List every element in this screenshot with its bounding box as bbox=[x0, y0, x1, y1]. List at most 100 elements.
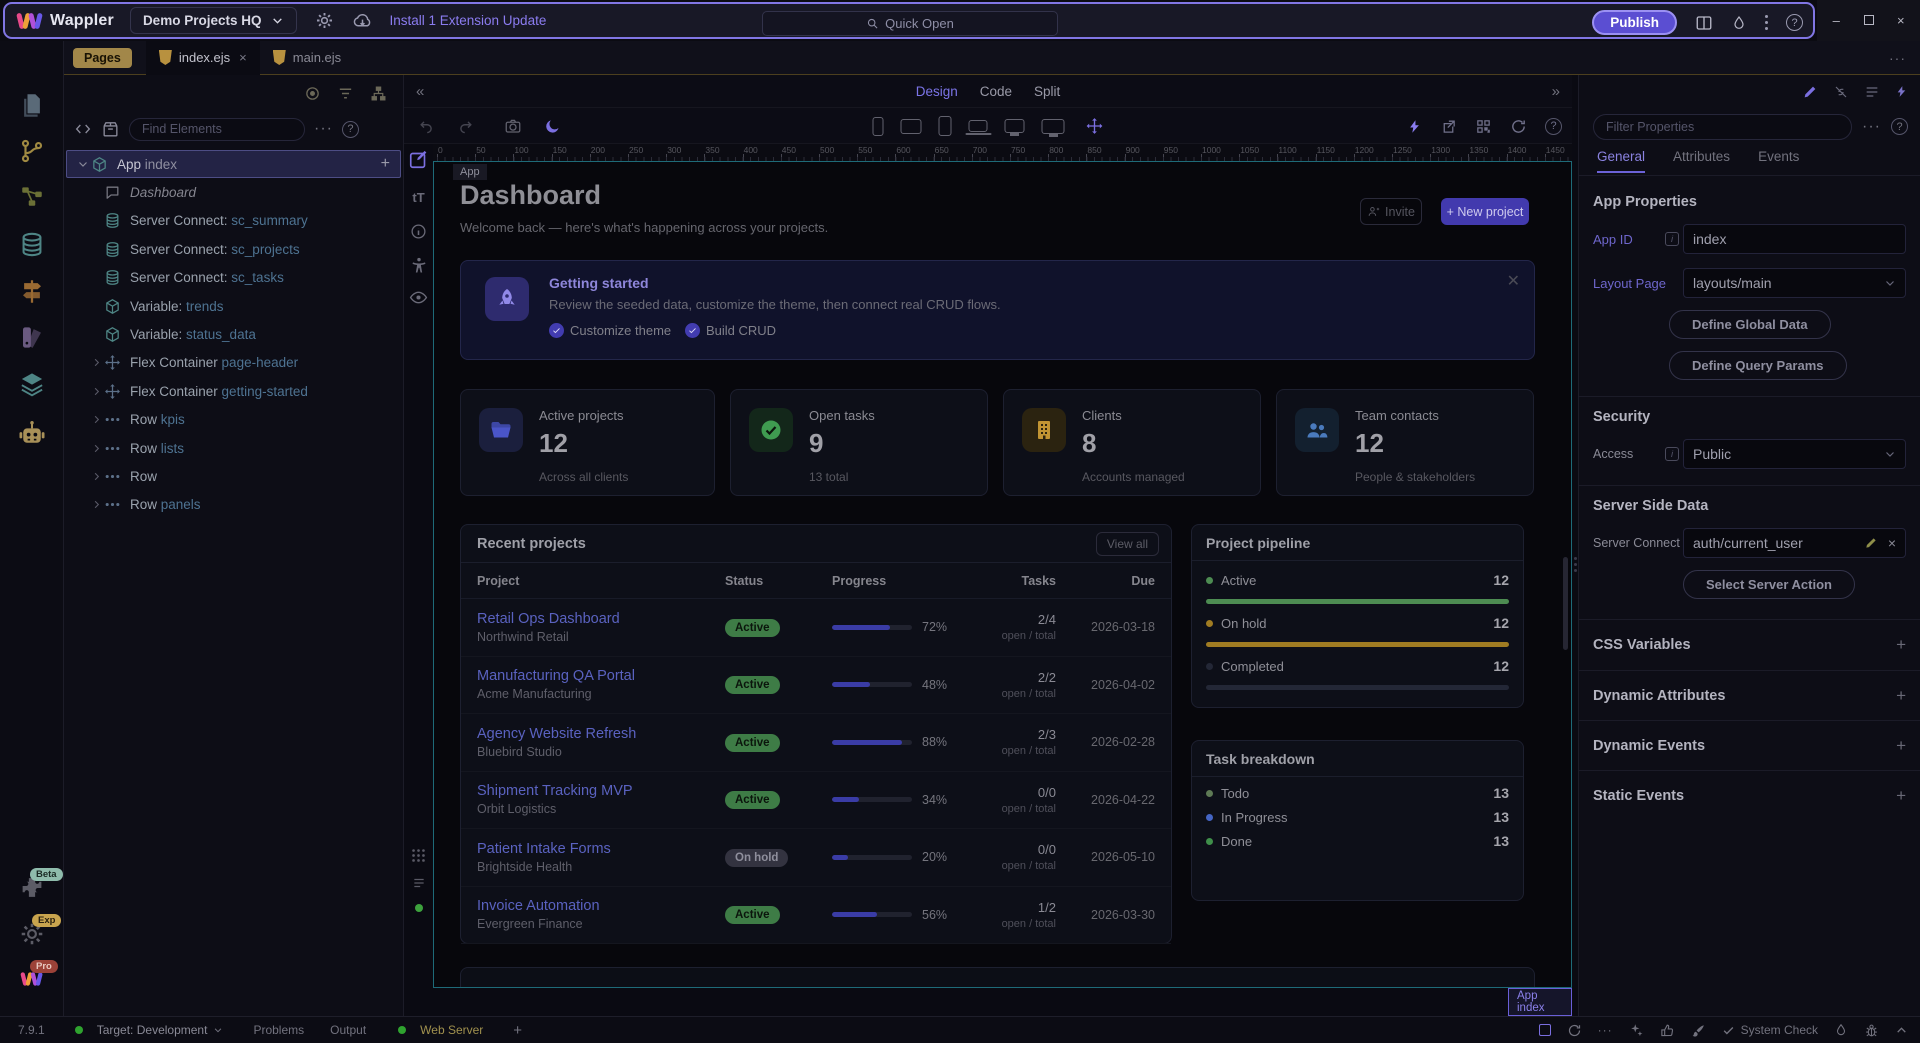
workflows-icon[interactable] bbox=[19, 183, 45, 209]
dynamic-bolt-icon[interactable] bbox=[1407, 119, 1422, 134]
visibility-eye-icon[interactable] bbox=[409, 288, 428, 307]
collapsed-section[interactable]: Dynamic Events+ bbox=[1579, 720, 1920, 770]
project-row[interactable]: Agency Website RefreshBluebird Studio Ac… bbox=[461, 714, 1171, 772]
list-mode-icon[interactable] bbox=[337, 85, 354, 102]
project-row[interactable]: Invoice AutomationEvergreen Finance Acti… bbox=[461, 887, 1171, 945]
settings-gear-icon[interactable] bbox=[315, 11, 334, 30]
project-link[interactable]: Retail Ops Dashboard bbox=[477, 611, 725, 627]
canvas-scrollbar[interactable] bbox=[1563, 557, 1568, 650]
project-row[interactable]: Patient Intake FormsBrightside Health On… bbox=[461, 829, 1171, 887]
pages-mode-badge[interactable]: Pages bbox=[73, 48, 132, 68]
tab-close-icon[interactable]: × bbox=[239, 50, 247, 65]
target-selector[interactable]: Target: Development bbox=[97, 1023, 208, 1037]
text-format-ic on[interactable]: tT bbox=[412, 190, 424, 205]
droplet-icon[interactable] bbox=[1834, 1023, 1848, 1037]
device-tablet-icon[interactable] bbox=[939, 116, 952, 136]
properties-help-icon[interactable]: ? bbox=[1891, 118, 1908, 135]
info-icon[interactable]: i bbox=[1665, 232, 1679, 246]
design-help-icon[interactable]: ? bbox=[1545, 118, 1562, 135]
expander-right-icon[interactable] bbox=[91, 357, 102, 368]
sparkle-icon[interactable] bbox=[1629, 1023, 1644, 1038]
thumbs-up-icon[interactable] bbox=[1660, 1023, 1675, 1038]
status-more-icon[interactable]: ··· bbox=[1598, 1023, 1613, 1037]
add-target-icon[interactable]: + bbox=[513, 1022, 522, 1039]
web-server-button[interactable]: Web Server bbox=[420, 1023, 483, 1037]
git-icon[interactable] bbox=[19, 138, 45, 164]
help-icon[interactable]: ? bbox=[1786, 14, 1803, 31]
tab-events[interactable]: Events bbox=[1758, 149, 1799, 171]
snippets-list-icon[interactable] bbox=[412, 876, 426, 890]
code-view-icon[interactable] bbox=[74, 121, 92, 137]
structure-more-icon[interactable]: ··· bbox=[314, 120, 333, 138]
filter-properties-input[interactable] bbox=[1593, 114, 1852, 140]
mode-code[interactable]: Code bbox=[980, 84, 1012, 99]
expander-right-icon[interactable] bbox=[91, 443, 102, 454]
app-element-chip[interactable]: App bbox=[453, 164, 487, 180]
info-icon[interactable] bbox=[410, 223, 427, 240]
system-check-button[interactable]: System Check bbox=[1722, 1023, 1818, 1037]
device-desktop-icon[interactable] bbox=[1005, 119, 1025, 133]
minimize-button[interactable]: – bbox=[1823, 13, 1849, 28]
expander-right-icon[interactable] bbox=[91, 471, 102, 482]
device-laptop-icon[interactable] bbox=[969, 120, 988, 132]
structure-help-icon[interactable]: ? bbox=[342, 121, 359, 138]
define-query-params-button[interactable]: Define Query Params bbox=[1669, 351, 1847, 380]
project-selector[interactable]: Demo Projects HQ bbox=[130, 7, 298, 34]
more-menu-icon[interactable] bbox=[1765, 21, 1768, 24]
tree-item[interactable]: Variable: trends bbox=[64, 292, 403, 320]
define-global-data-button[interactable]: Define Global Data bbox=[1669, 310, 1831, 339]
tree-item[interactable]: Variable: status_data bbox=[64, 320, 403, 348]
theme-drop-icon[interactable] bbox=[1731, 15, 1747, 31]
check-customize-theme[interactable]: Customize theme bbox=[549, 323, 671, 338]
tab-general[interactable]: General bbox=[1597, 149, 1645, 173]
add-element-icon[interactable]: + bbox=[381, 155, 390, 173]
properties-more-icon[interactable]: ··· bbox=[1862, 118, 1881, 136]
device-phone-icon[interactable] bbox=[873, 117, 884, 136]
redo-icon[interactable] bbox=[457, 118, 474, 135]
edit-action-pencil-icon[interactable] bbox=[1864, 536, 1878, 550]
device-phone-landscape-icon[interactable] bbox=[901, 119, 922, 134]
routes-icon[interactable] bbox=[18, 278, 45, 305]
tab-attributes[interactable]: Attributes bbox=[1673, 149, 1730, 171]
mode-split[interactable]: Split bbox=[1034, 84, 1060, 99]
restore-button[interactable] bbox=[1856, 13, 1882, 28]
close-button[interactable]: × bbox=[1888, 13, 1914, 28]
edit-pencil-icon[interactable] bbox=[1802, 84, 1818, 100]
app-id-input[interactable]: index bbox=[1683, 224, 1906, 254]
clear-action-icon[interactable]: × bbox=[1888, 535, 1896, 551]
project-link[interactable]: Agency Website Refresh bbox=[477, 726, 725, 742]
brush-icon[interactable] bbox=[1691, 1023, 1706, 1038]
project-row[interactable]: Retail Ops DashboardNorthwind Retail Act… bbox=[461, 599, 1171, 657]
project-row[interactable]: Manufacturing QA PortalAcme Manufacturin… bbox=[461, 657, 1171, 715]
expander-right-icon[interactable] bbox=[91, 414, 102, 425]
apps-grid-icon[interactable] bbox=[410, 847, 427, 864]
components-icon[interactable] bbox=[101, 120, 120, 139]
output-button[interactable]: Output bbox=[330, 1023, 366, 1037]
tree-item[interactable]: Server Connect: sc_projects bbox=[64, 235, 403, 263]
expand-plus-icon[interactable]: + bbox=[1896, 635, 1906, 655]
page-canvas[interactable]: App Dashboard Welcome back — here's what… bbox=[433, 161, 1572, 988]
info-icon[interactable]: i bbox=[1665, 447, 1679, 461]
outline-mode-icon[interactable] bbox=[304, 85, 321, 102]
device-tv-icon[interactable] bbox=[1042, 119, 1065, 134]
server-connect-input[interactable]: auth/current_user × bbox=[1683, 528, 1906, 558]
tab-overflow-icon[interactable]: ··· bbox=[1889, 50, 1906, 66]
dynamic-bolt-icon[interactable] bbox=[1895, 85, 1908, 98]
banner-close-icon[interactable]: ✕ bbox=[1507, 271, 1520, 291]
tree-item[interactable]: Server Connect: sc_tasks bbox=[64, 264, 403, 292]
collapse-right-icon[interactable]: » bbox=[1552, 83, 1560, 100]
invite-button[interactable]: Invite bbox=[1360, 198, 1422, 225]
collapsed-section[interactable]: Static Events+ bbox=[1579, 770, 1920, 820]
panels-layout-icon[interactable] bbox=[1695, 14, 1713, 32]
responsive-resize-icon[interactable] bbox=[1086, 117, 1104, 135]
collapse-left-icon[interactable]: « bbox=[416, 83, 424, 100]
mode-design[interactable]: Design bbox=[916, 84, 958, 99]
project-link[interactable]: Patient Intake Forms bbox=[477, 841, 725, 857]
open-browser-icon[interactable] bbox=[1440, 118, 1457, 135]
project-link[interactable]: Invoice Automation bbox=[477, 898, 725, 914]
refresh-icon[interactable] bbox=[1567, 1023, 1582, 1038]
tab-index-ejs[interactable]: index.ejs × bbox=[146, 41, 260, 75]
expand-plus-icon[interactable]: + bbox=[1896, 736, 1906, 756]
styles-icon[interactable] bbox=[18, 324, 45, 351]
undo-icon[interactable] bbox=[418, 118, 435, 135]
